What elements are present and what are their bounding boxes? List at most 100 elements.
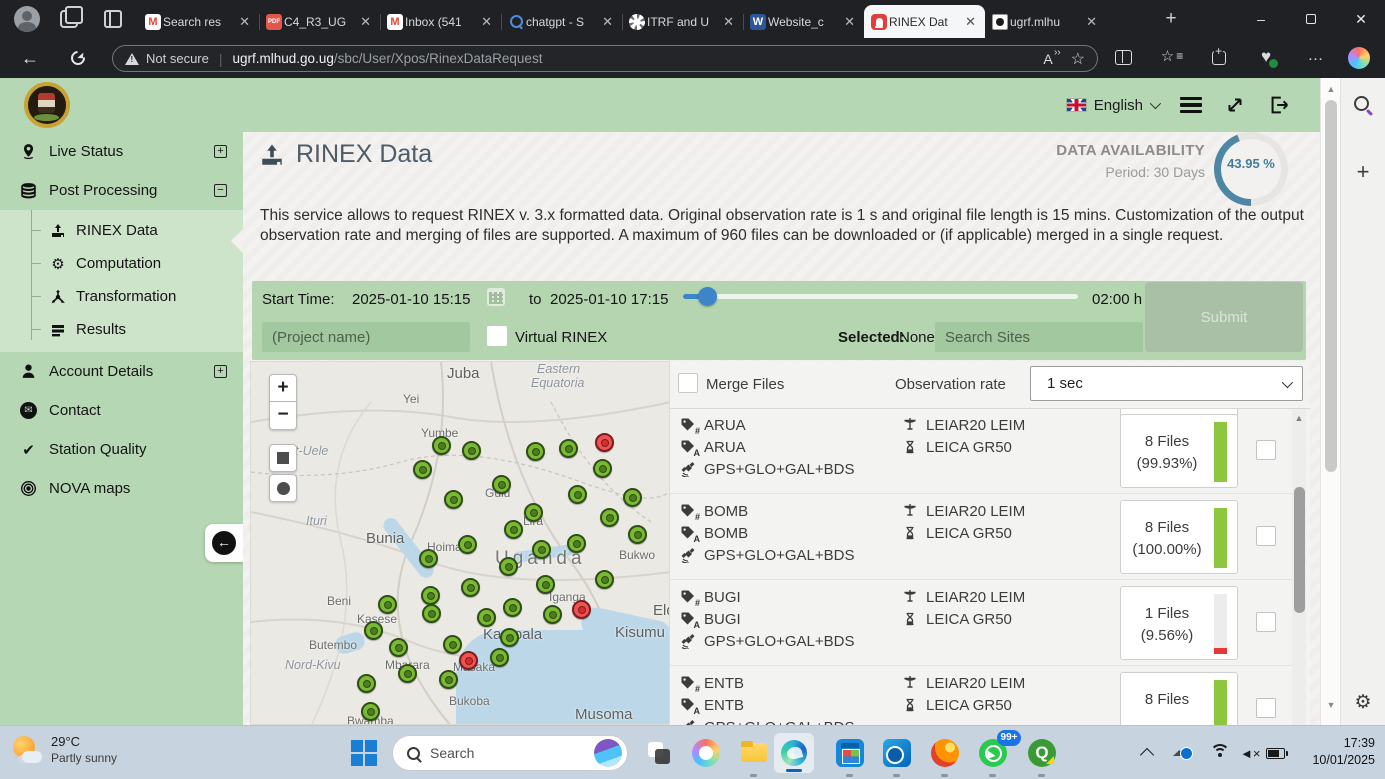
battery-icon[interactable] [1266,748,1285,759]
workspaces-icon[interactable] [60,10,78,28]
browser-tab[interactable]: ITRF and U✕ [622,5,743,38]
station-marker-green[interactable] [499,557,518,576]
sidebar-item-results[interactable]: Results [0,313,243,346]
duration-slider[interactable] [683,294,1078,299]
station-marker-green[interactable] [413,460,432,479]
language-selector[interactable]: English [1066,97,1158,114]
sidebar-item-account-details[interactable]: Account Details + [0,352,243,391]
url-bar[interactable]: Not secure | ugrf.mlhud.go.ug /sbc/User/… [112,45,1098,72]
station-marker-green[interactable] [503,598,522,617]
split-screen-icon[interactable] [1112,47,1134,69]
search-sites-input[interactable] [935,322,1143,352]
station-marker-green[interactable] [500,628,519,647]
scroll-up-icon[interactable]: ▲ [1292,413,1306,423]
station-select-checkbox[interactable] [1256,526,1276,546]
collections-icon[interactable] [1208,47,1230,69]
station-marker-green[interactable] [623,488,642,507]
tab-close-icon[interactable]: ✕ [842,14,857,30]
start-button[interactable] [350,739,378,767]
volume-muted-icon[interactable]: ◄× [1240,746,1260,761]
station-marker-green[interactable] [378,595,397,614]
fullscreen-icon[interactable] [1224,94,1246,116]
station-marker-green[interactable] [421,586,440,605]
station-marker-green[interactable] [559,439,578,458]
station-marker-green[interactable] [389,638,408,657]
station-marker-green[interactable] [543,605,562,624]
map-zoom-out-button[interactable]: − [269,402,297,430]
expand-icon[interactable]: + [214,365,227,378]
browser-tab[interactable]: chatgpt - S✕ [501,5,622,38]
browser-essentials-icon[interactable]: ♥ [1255,47,1277,69]
station-marker-green[interactable] [432,436,451,455]
station-marker-green[interactable] [532,540,551,559]
station-marker-green[interactable] [593,459,612,478]
sidebar-item-station-quality[interactable]: ✔ Station Quality [0,430,243,469]
station-marker-green[interactable] [458,535,477,554]
station-marker-green[interactable] [567,534,586,553]
logout-icon[interactable] [1268,94,1290,116]
station-marker-green[interactable] [461,578,480,597]
microsoft-store-icon[interactable] [836,739,864,767]
station-select-checkbox[interactable] [1256,698,1276,718]
copilot-icon[interactable] [1348,47,1370,69]
station-marker-green[interactable] [439,670,458,689]
collapse-icon[interactable]: − [214,184,227,197]
tab-actions-icon[interactable] [104,10,122,28]
station-marker-green[interactable] [361,702,380,721]
task-view-button[interactable] [645,739,673,767]
sidebar-item-transformation[interactable]: Transformation [0,280,243,313]
favorites-icon[interactable]: ☆ [1160,47,1182,69]
window-minimize-button[interactable]: – [1238,0,1284,38]
tab-close-icon[interactable]: ✕ [358,14,373,30]
station-marker-green[interactable] [443,635,462,654]
station-marker-green[interactable] [444,490,463,509]
station-select-checkbox[interactable] [1256,440,1276,460]
tab-close-icon[interactable]: ✕ [721,14,736,30]
qgis-icon[interactable]: Q [1028,739,1056,767]
tab-close-icon[interactable]: ✕ [237,14,252,30]
tab-close-icon[interactable]: ✕ [1084,14,1099,30]
sidebar-item-post-processing[interactable]: Post Processing − [0,171,243,210]
tab-close-icon[interactable]: ✕ [479,14,494,30]
map-zoom-in-button[interactable]: + [269,374,297,402]
submit-button[interactable]: Submit [1145,282,1303,352]
scrollbar-thumb[interactable] [1325,100,1337,472]
station-marker-green[interactable] [422,604,441,623]
station-marker-green[interactable] [490,648,509,667]
calendar-icon[interactable] [487,288,505,306]
settings-menu-icon[interactable]: … [1305,47,1327,69]
station-marker-green[interactable] [595,570,614,589]
map-circle-select-button[interactable] [269,474,297,502]
station-marker-green[interactable] [419,549,438,568]
station-marker-red[interactable] [595,433,614,452]
browser-tab[interactable]: ugrf.mlhu✕ [985,5,1106,38]
edge-active-slot[interactable] [774,733,814,773]
station-marker-green[interactable] [364,621,383,640]
sidebar-item-live-status[interactable]: Live Status + [0,132,243,171]
clock[interactable]: 17:39 10/01/2025 [1295,735,1375,769]
observation-rate-select[interactable]: 1 sec [1030,366,1303,401]
sidebar-settings-icon[interactable]: ⚙ [1352,692,1374,714]
browser-tab[interactable]: PDFC4_R3_UG✕ [259,5,380,38]
sidebar-item-contact[interactable]: ✉ Contact [0,391,243,430]
tray-expand-icon[interactable] [1140,748,1154,762]
weather-widget[interactable]: 29°C Partly sunny [12,734,117,765]
station-marker-green[interactable] [628,525,647,544]
firefox-icon[interactable] [931,739,959,767]
merge-files-checkbox[interactable] [678,373,698,393]
station-marker-green[interactable] [492,475,511,494]
scroll-up-icon[interactable]: ▲ [1321,84,1341,94]
window-maximize-button[interactable] [1288,0,1334,38]
sidebar-add-icon[interactable]: + [1352,162,1374,184]
read-aloud-icon[interactable]: A [1043,51,1052,67]
end-time-value[interactable]: 2025-01-10 17:15 [550,291,668,308]
browser-tab[interactable]: MInbox (541✕ [380,5,501,38]
browser-tab[interactable]: MSearch res✕ [138,5,259,38]
file-explorer-icon[interactable] [740,739,768,767]
station-marker-green[interactable] [462,441,481,460]
taskbar-search[interactable]: Search [392,735,628,771]
station-marker-red[interactable] [572,600,591,619]
map-rectangle-select-button[interactable] [269,444,297,472]
outlook-icon[interactable] [883,739,911,767]
sidebar-search-icon[interactable] [1352,94,1374,116]
